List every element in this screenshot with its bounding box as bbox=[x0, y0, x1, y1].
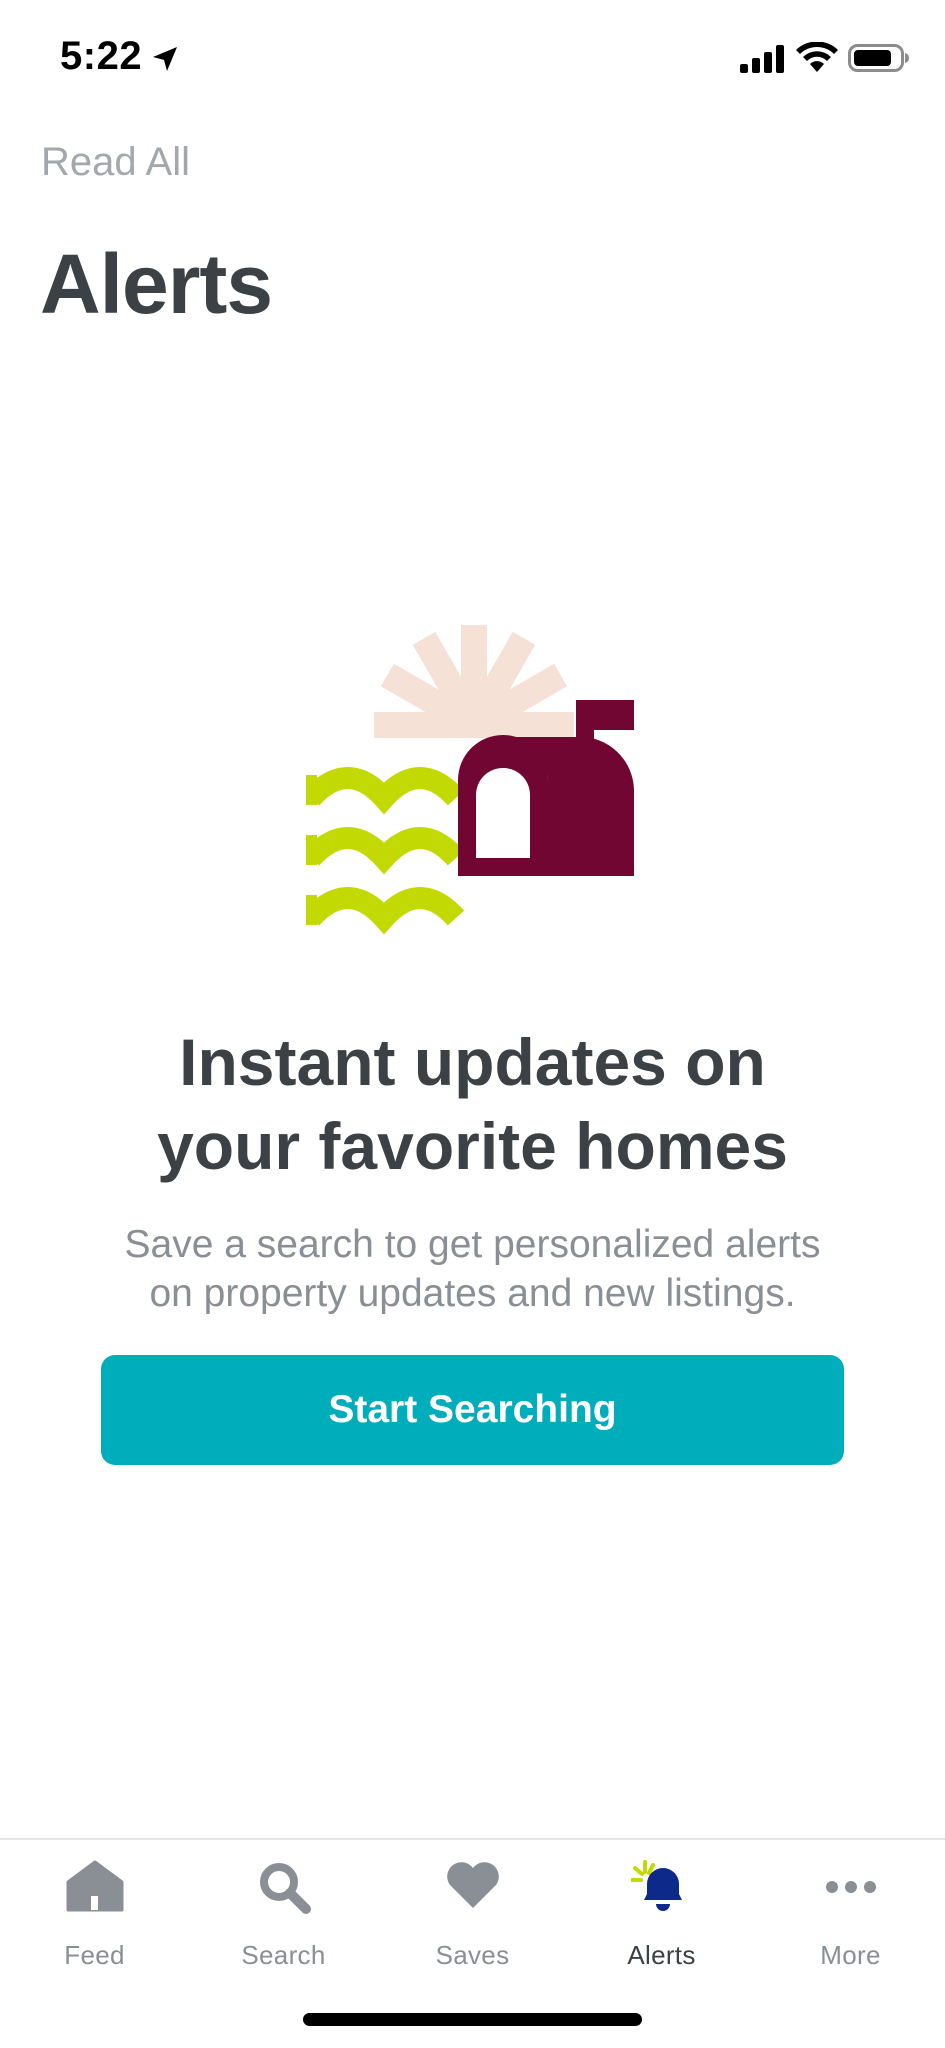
tab-label-search: Search bbox=[241, 1940, 326, 1970]
headline-line-1: Instant updates on bbox=[179, 1025, 766, 1099]
heart-icon bbox=[446, 1862, 499, 1908]
sun-graphic bbox=[374, 625, 574, 738]
battery-icon bbox=[848, 44, 909, 72]
search-icon bbox=[259, 1863, 311, 1914]
mailbox-illustration bbox=[306, 625, 634, 935]
more-icon bbox=[825, 1881, 876, 1893]
tab-alerts[interactable]: Alerts bbox=[567, 1840, 756, 1990]
tab-search[interactable]: Search bbox=[189, 1840, 378, 1990]
alerts-screen: 5:22 Read All Alerts Instant updates on … bbox=[0, 0, 945, 2048]
start-searching-button[interactable]: Start Searching bbox=[101, 1355, 844, 1465]
tab-label-more: More bbox=[820, 1940, 881, 1970]
status-bar: 5:22 bbox=[0, 0, 945, 120]
bell-icon bbox=[630, 1860, 682, 1911]
wifi-icon bbox=[796, 42, 838, 72]
tab-feed[interactable]: Feed bbox=[0, 1840, 189, 1990]
page-title: Alerts bbox=[40, 237, 273, 331]
tab-label-saves: Saves bbox=[435, 1940, 510, 1970]
tab-label-alerts: Alerts bbox=[627, 1940, 696, 1970]
read-all-button[interactable]: Read All bbox=[41, 140, 190, 185]
status-time: 5:22 bbox=[60, 34, 143, 78]
empty-state-subtext: Save a search to get personalized alerts… bbox=[0, 1220, 945, 1318]
cellular-signal-icon bbox=[740, 45, 784, 73]
tab-more[interactable]: More bbox=[756, 1840, 945, 1990]
home-icon bbox=[66, 1860, 123, 1912]
tab-saves[interactable]: Saves bbox=[378, 1840, 567, 1990]
subtext-line-1: Save a search to get personalized alerts bbox=[124, 1223, 821, 1266]
location-arrow-icon bbox=[153, 47, 177, 71]
tab-label-feed: Feed bbox=[64, 1940, 125, 1970]
empty-state-headline: Instant updates on your favorite homes bbox=[0, 1020, 945, 1188]
home-indicator[interactable] bbox=[303, 2013, 642, 2026]
headline-line-2: your favorite homes bbox=[157, 1109, 788, 1183]
waves-graphic bbox=[306, 767, 465, 935]
subtext-line-2: on property updates and new listings. bbox=[149, 1272, 796, 1315]
